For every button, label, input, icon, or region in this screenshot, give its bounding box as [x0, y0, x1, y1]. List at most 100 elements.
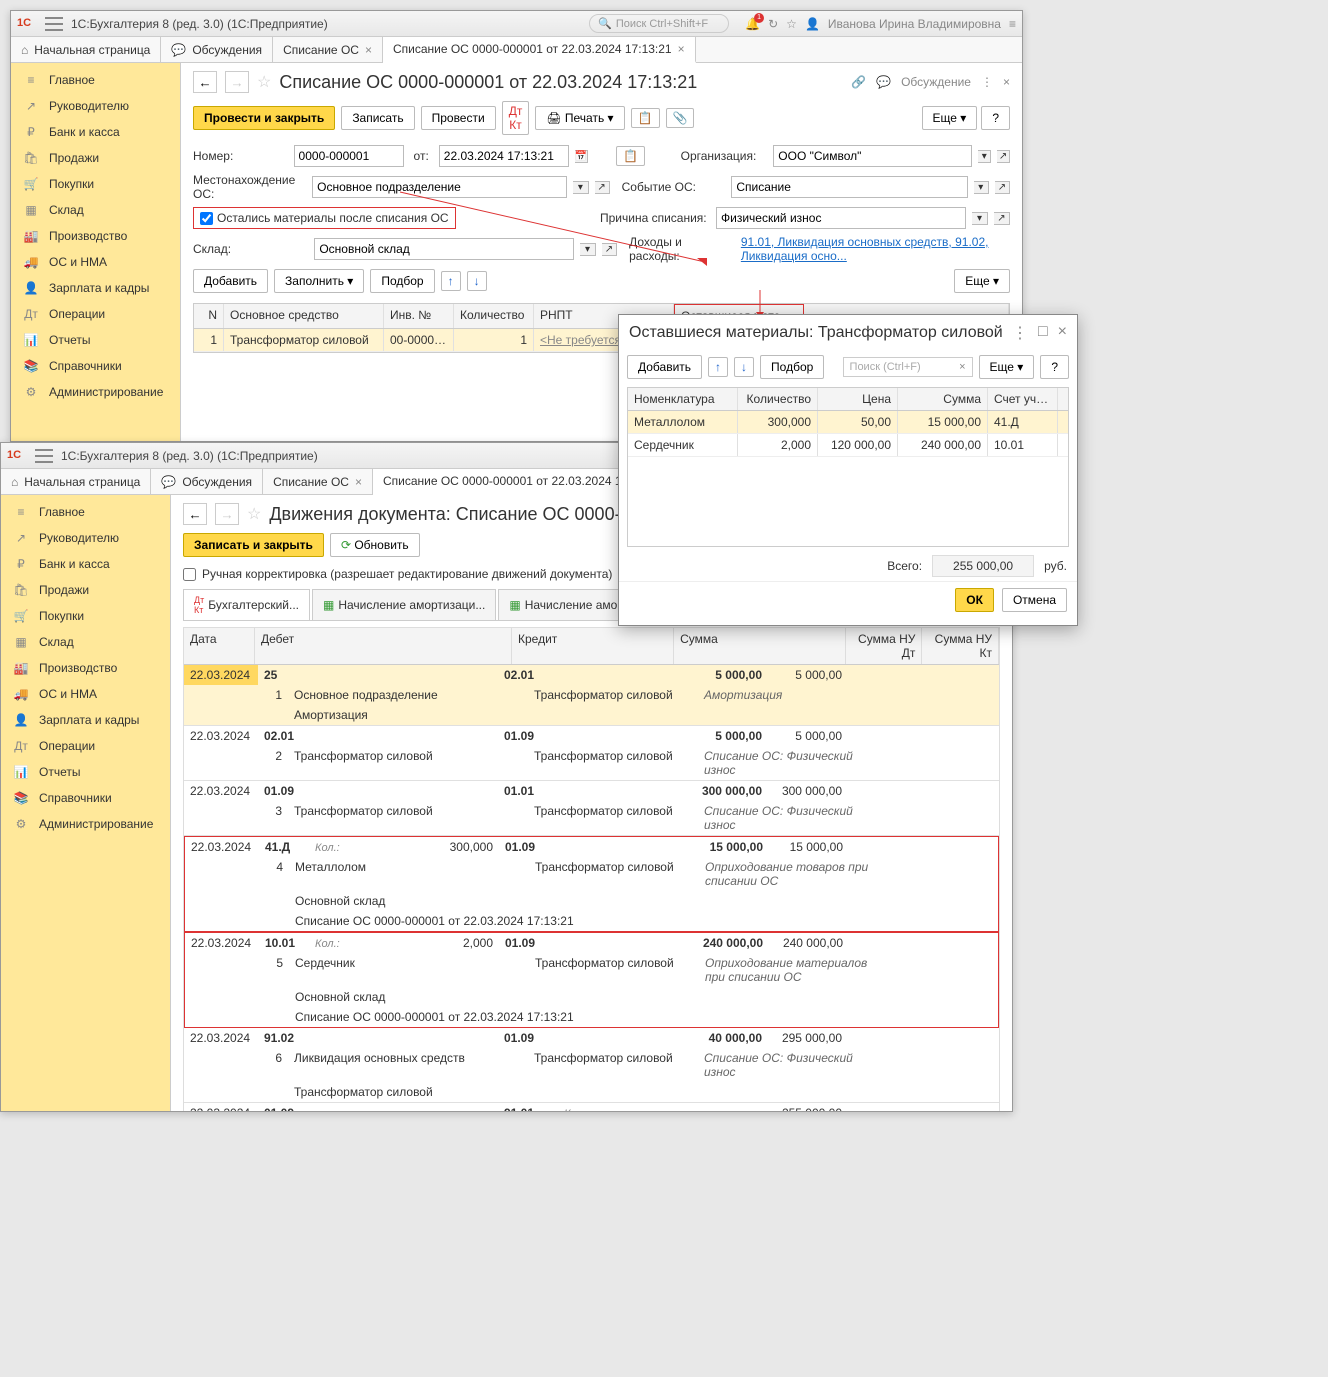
sidebar-item[interactable]: ↗Руководителю [1, 525, 170, 551]
close-icon[interactable]: × [355, 475, 362, 489]
col-qty[interactable]: Количество [738, 388, 818, 410]
sidebar-item[interactable]: ▦Склад [11, 197, 180, 223]
move-up-button[interactable]: ↑ [441, 271, 461, 291]
sidebar-item[interactable]: ≡Главное [1, 499, 170, 525]
sidebar-item[interactable]: ₽Банк и касса [1, 551, 170, 577]
ledger-entry[interactable]: 22.03.2024 02.01 01.09 5 000,00 5 000,00… [184, 726, 999, 781]
sidebar-item[interactable]: 🏭Производство [11, 223, 180, 249]
tab-list[interactable]: Списание ОС× [273, 37, 383, 62]
number-input[interactable] [294, 145, 404, 167]
print-button[interactable]: 🖨 Печать ▾ [535, 106, 624, 130]
dropdown-icon[interactable]: ▾ [573, 181, 588, 194]
col-qty[interactable]: Количество [454, 304, 534, 328]
history-icon[interactable]: ↻ [768, 17, 778, 31]
close-icon[interactable]: × [365, 43, 372, 57]
close-icon[interactable]: × [678, 42, 685, 56]
ledger-entry[interactable]: 22.03.2024 41.Д Кол.: 300,000 01.09 15 0… [184, 836, 999, 932]
col-nom[interactable]: Номенклатура [628, 388, 738, 410]
menu-icon[interactable] [35, 449, 53, 463]
col-sum[interactable]: Сумма [898, 388, 988, 410]
link-icon[interactable]: 🔗 [851, 75, 866, 89]
ledger-entry[interactable]: 22.03.2024 91.02 01.09 40 000,00 295 000… [184, 1028, 999, 1103]
sidebar-item[interactable]: 🛍Продажи [11, 145, 180, 171]
col-dt[interactable]: Дебет [255, 628, 512, 664]
tab-discuss[interactable]: 💬Обсуждения [151, 469, 263, 494]
dropdown-icon[interactable]: ▾ [580, 243, 595, 256]
sidebar-item[interactable]: ДтОперации [11, 301, 180, 327]
tab-amort1[interactable]: ▦Начисление амортизаци... [312, 589, 496, 620]
add-button[interactable]: Добавить [627, 355, 702, 379]
open-icon[interactable]: ↗ [602, 243, 617, 256]
open-icon[interactable]: ↗ [595, 181, 610, 194]
ledger-entry[interactable]: 22.03.2024 10.01 Кол.: 2,000 01.09 240 0… [184, 932, 999, 1028]
nav-fwd[interactable]: → [215, 503, 239, 525]
discuss-icon[interactable]: 💬 [876, 75, 891, 89]
sidebar-item[interactable]: 🚚ОС и НМА [1, 681, 170, 707]
post-button[interactable]: Провести [421, 106, 496, 130]
table-row[interactable]: Металлолом300,00050,0015 000,0041.Д [628, 411, 1068, 434]
post-close-button[interactable]: Провести и закрыть [193, 106, 335, 130]
user-icon[interactable]: 👤 [805, 17, 820, 31]
col-kt[interactable]: Кредит [512, 628, 674, 664]
refresh-button[interactable]: ⟳ Обновить [330, 533, 420, 557]
create-based-button[interactable]: 📋 [631, 108, 660, 128]
sidebar-item[interactable]: 🛒Покупки [11, 171, 180, 197]
ledger-entry[interactable]: 22.03.2024 25 02.01 5 000,00 5 000,00 1 … [184, 665, 999, 726]
wh-input[interactable] [314, 238, 574, 260]
more-button[interactable]: Еще ▾ [979, 355, 1035, 379]
attach-button[interactable]: 📎 [666, 108, 695, 128]
save-close-button[interactable]: Записать и закрыть [183, 533, 324, 557]
table-row[interactable]: Сердечник2,000120 000,00240 000,0010.01 [628, 434, 1068, 457]
col-acc[interactable]: Счет учета [988, 388, 1058, 410]
star-icon[interactable]: ☆ [786, 17, 797, 31]
popup-search[interactable]: Поиск (Ctrl+F)× [843, 357, 973, 377]
sidebar-item[interactable]: 📚Справочники [11, 353, 180, 379]
manual-checkbox[interactable] [183, 568, 196, 581]
col-date[interactable]: Дата [184, 628, 255, 664]
tab-home[interactable]: ⌂Начальная страница [11, 37, 161, 62]
menu-dots[interactable]: ≡ [1009, 17, 1016, 31]
reason-input[interactable] [716, 207, 966, 229]
sidebar-item[interactable]: 📚Справочники [1, 785, 170, 811]
income-link[interactable]: 91.01, Ликвидация основных средств, 91.0… [741, 235, 1010, 263]
sidebar-item[interactable]: ДтОперации [1, 733, 170, 759]
dropdown-icon[interactable]: ▾ [972, 212, 988, 225]
sidebar-item[interactable]: 🏭Производство [1, 655, 170, 681]
org-input[interactable] [773, 145, 972, 167]
sidebar-item[interactable]: ⚙Администрирование [1, 811, 170, 837]
ok-button[interactable]: ОК [955, 588, 994, 612]
move-down-button[interactable]: ↓ [734, 357, 754, 377]
col-n[interactable]: N [194, 304, 224, 328]
ledger-entry[interactable]: 22.03.2024 01.09 91.01 Кол.: 255 000,00 … [184, 1103, 999, 1111]
col-os[interactable]: Основное средство [224, 304, 384, 328]
menu-icon[interactable] [45, 17, 63, 31]
discussion-link[interactable]: Обсуждение [901, 75, 971, 89]
dropdown-icon[interactable]: ▾ [974, 181, 989, 194]
cancel-button[interactable]: Отмена [1002, 588, 1067, 612]
global-search[interactable]: 🔍 Поиск Ctrl+Shift+F [589, 14, 729, 33]
open-icon[interactable]: ↗ [994, 212, 1010, 225]
loc-input[interactable] [312, 176, 567, 198]
open-icon[interactable]: ↗ [995, 181, 1010, 194]
user-name[interactable]: Иванова Ирина Владимировна [828, 17, 1001, 31]
nav-fwd[interactable]: → [225, 71, 249, 93]
close-icon[interactable]: × [1058, 323, 1067, 343]
tab-accounting[interactable]: ДтКтБухгалтерский... [183, 589, 310, 620]
tab-discuss[interactable]: 💬Обсуждения [161, 37, 273, 62]
pick-button[interactable]: Подбор [370, 269, 434, 293]
col-price[interactable]: Цена [818, 388, 898, 410]
tab-list[interactable]: Списание ОС× [263, 469, 373, 494]
move-up-button[interactable]: ↑ [708, 357, 728, 377]
col-sum[interactable]: Сумма [674, 628, 846, 664]
add-button[interactable]: Добавить [193, 269, 268, 293]
sidebar-item[interactable]: 📊Отчеты [1, 759, 170, 785]
tab-home[interactable]: ⌂Начальная страница [1, 469, 151, 494]
dropdown-icon[interactable]: ▾ [978, 150, 991, 163]
save-button[interactable]: Записать [341, 106, 414, 130]
bell-icon[interactable]: 🔔1 [745, 17, 760, 31]
tab-doc[interactable]: Списание ОС 0000-000001 от 22.03.2024 17… [383, 37, 696, 63]
sidebar-item[interactable]: ↗Руководителю [11, 93, 180, 119]
event-input[interactable] [731, 176, 967, 198]
move-down-button[interactable]: ↓ [467, 271, 487, 291]
sidebar-item[interactable]: 👤Зарплата и кадры [1, 707, 170, 733]
